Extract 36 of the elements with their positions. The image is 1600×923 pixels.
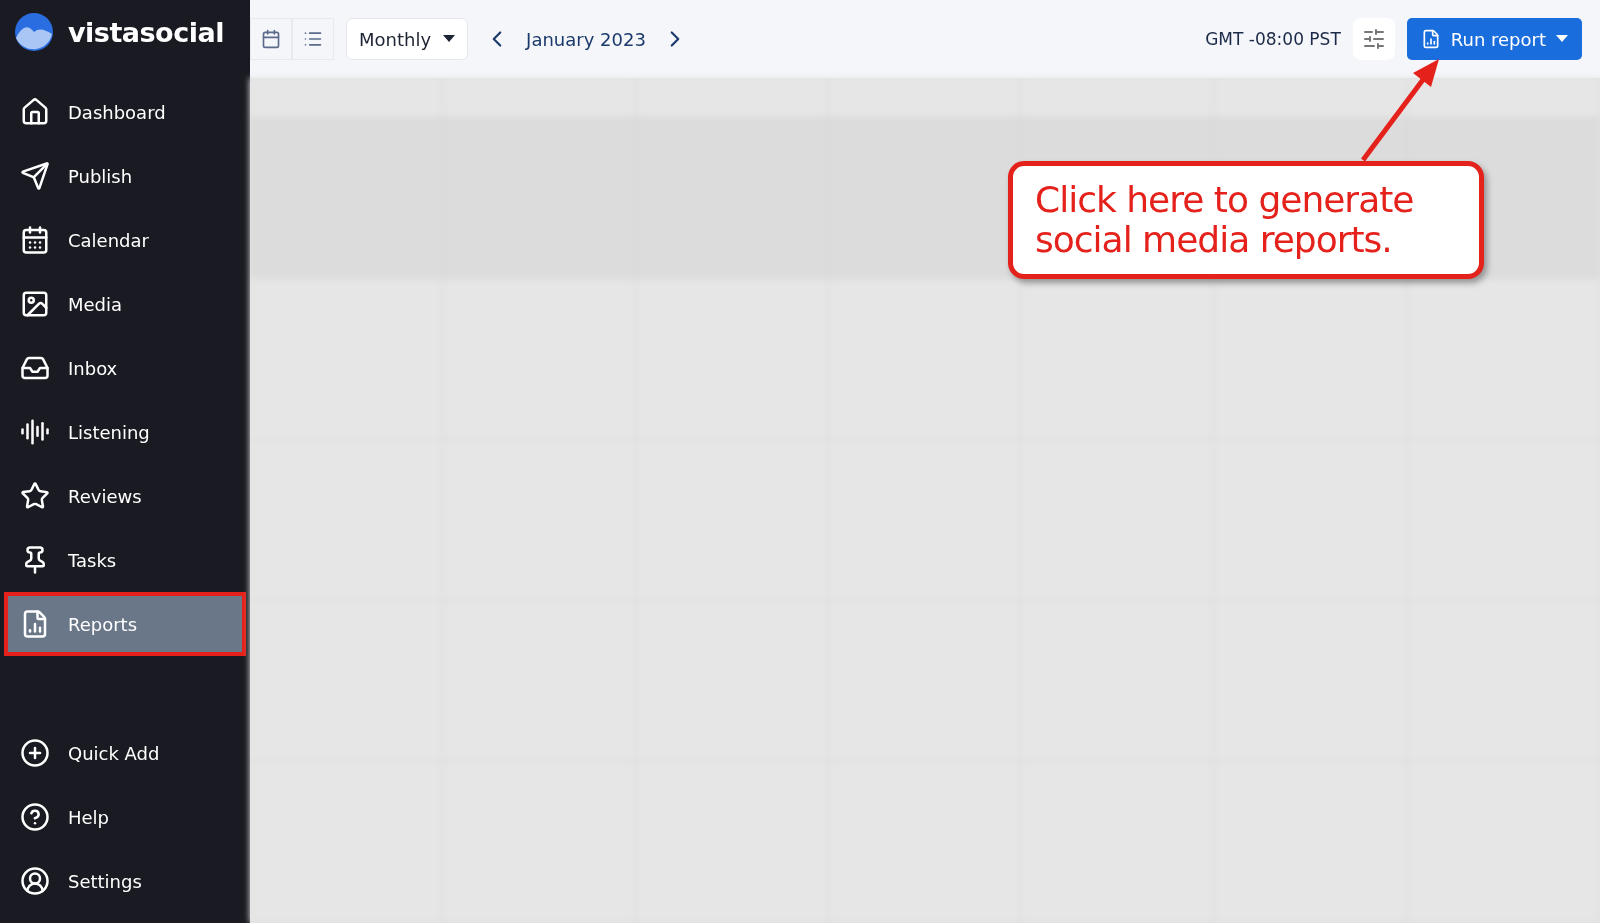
sidebar-item[interactable]: Settings (4, 849, 246, 913)
paper-plane-icon (20, 161, 50, 191)
star-icon (20, 481, 50, 511)
sidebar-item[interactable]: Calendar (4, 208, 246, 272)
callout-text: Click here to generate social media reports. (1035, 180, 1415, 260)
sidebar-item[interactable]: Inbox (4, 336, 246, 400)
image-icon (20, 289, 50, 319)
list-view-button[interactable] (292, 18, 334, 60)
sound-wave-icon (20, 417, 50, 447)
brand-name: vistasocial (68, 16, 224, 48)
house-icon (20, 97, 50, 127)
calendar-icon (20, 225, 50, 255)
run-report-button[interactable]: Run report (1406, 18, 1582, 60)
list-icon (303, 29, 323, 49)
calendar-icon (261, 29, 281, 49)
help-icon (20, 802, 50, 832)
calendar-view-button[interactable] (250, 18, 292, 60)
sidebar-item[interactable]: Quick Add (4, 721, 246, 785)
timezone-label: GMT -08:00 PST (1205, 29, 1341, 49)
sliders-icon (1361, 27, 1386, 51)
settings-button[interactable] (1352, 18, 1395, 60)
sidebar-item[interactable]: Help (4, 785, 246, 849)
caret-icon (443, 35, 456, 43)
sidebar-item[interactable]: Dashboard (4, 80, 246, 144)
sidebar-item[interactable]: Listening (4, 400, 246, 464)
sidebar-item[interactable]: Tasks (4, 528, 246, 592)
user-icon (20, 866, 50, 896)
sidebar-item[interactable]: Media (4, 272, 246, 336)
logo-icon (14, 12, 54, 52)
sidebar-item[interactable]: Publish (4, 144, 246, 208)
view-mode-dropdown[interactable]: Monthly (346, 18, 469, 60)
caret-icon (1556, 35, 1568, 43)
period-label: January 2023 (526, 28, 646, 50)
sidebar-item[interactable]: Reviews (4, 464, 246, 528)
plus-icon (20, 738, 50, 768)
sidebar-item[interactable]: Reports (4, 592, 246, 656)
